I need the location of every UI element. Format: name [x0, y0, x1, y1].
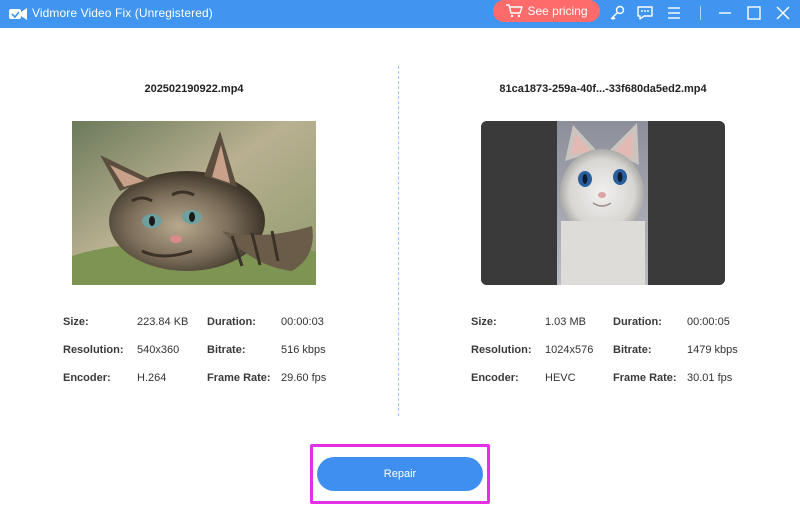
- white-kitten-photo: [481, 121, 725, 285]
- resolution-label: Resolution:: [63, 344, 124, 356]
- encoder-value: HEVC: [545, 372, 576, 384]
- bitrate-label: Bitrate:: [207, 344, 246, 356]
- tabby-kitten-photo: [72, 121, 316, 285]
- duration-label: Duration:: [207, 316, 256, 328]
- resolution-label: Resolution:: [471, 344, 532, 356]
- duration-value: 00:00:03: [281, 316, 324, 328]
- resolution-value: 540x360: [137, 344, 180, 356]
- video-thumbnail: [481, 121, 725, 285]
- size-label: Size:: [471, 316, 497, 328]
- size-value: 1.03 MB: [545, 316, 586, 328]
- encoder-label: Encoder:: [63, 372, 111, 384]
- repair-button[interactable]: Repair: [317, 457, 483, 491]
- encoder-label: Encoder:: [471, 372, 519, 384]
- sample-video-panel: 202502190922.mp4 Size: 223.84 KB Duratio…: [0, 0, 400, 430]
- file-name: 202502190922.mp4: [144, 83, 244, 95]
- size-value: 223.84 KB: [137, 316, 189, 328]
- frame-rate-value: 29.60 fps: [281, 372, 327, 384]
- size-label: Size:: [63, 316, 89, 328]
- encoder-value: H.264: [137, 372, 167, 384]
- bitrate-value: 1479 kbps: [687, 344, 738, 356]
- video-thumbnail: [72, 121, 316, 285]
- duration-label: Duration:: [613, 316, 662, 328]
- bitrate-label: Bitrate:: [613, 344, 652, 356]
- corrupted-video-panel: 81ca1873-259a-40f...-33f680da5ed2.mp4 Si…: [400, 0, 800, 430]
- frame-rate-value: 30.01 fps: [687, 372, 733, 384]
- frame-rate-label: Frame Rate:: [207, 372, 271, 384]
- duration-value: 00:00:05: [687, 316, 730, 328]
- resolution-value: 1024x576: [545, 344, 594, 356]
- bitrate-value: 516 kbps: [281, 344, 326, 356]
- repair-label: Repair: [383, 468, 417, 480]
- frame-rate-label: Frame Rate:: [613, 372, 677, 384]
- file-name: 81ca1873-259a-40f...-33f680da5ed2.mp4: [499, 83, 707, 95]
